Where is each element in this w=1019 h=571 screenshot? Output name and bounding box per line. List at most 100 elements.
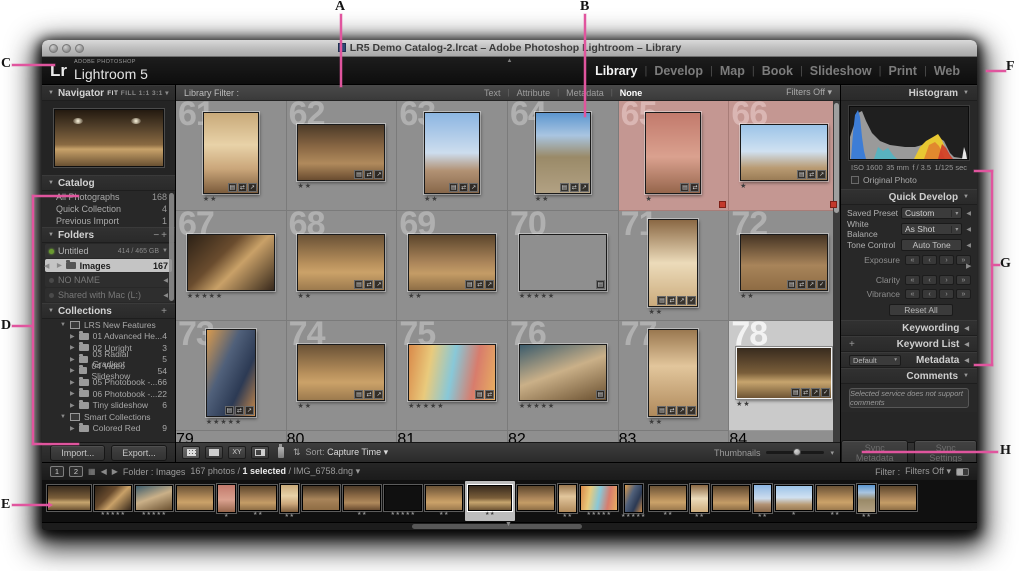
stepper-button[interactable]: ‹: [922, 289, 937, 299]
grid-cell-66[interactable]: 66▤⇄↗★: [729, 101, 840, 211]
filmstrip-thumb-18[interactable]: ★★: [689, 481, 710, 521]
filmstrip-thumb-16[interactable]: ★★★★★: [620, 481, 647, 521]
slider-thumb[interactable]: [793, 448, 801, 456]
grid-cell-83[interactable]: 83: [619, 431, 730, 442]
photo-thumbnail[interactable]: ▤⇄↗✓: [648, 329, 698, 417]
histogram-header[interactable]: Histogram▼: [841, 85, 977, 101]
star-rating[interactable]: ★★: [203, 195, 218, 204]
badge-icon[interactable]: ⇄: [459, 183, 468, 192]
top-panel-collapse-icon[interactable]: ▲: [507, 58, 513, 64]
star-rating[interactable]: ★★★★★: [519, 292, 555, 301]
photo-thumbnail[interactable]: ▤⇄↗✓: [740, 234, 828, 291]
volume-row-no-name[interactable]: NO NAME◀: [45, 273, 172, 287]
left-panel-collapse-icon[interactable]: ◀: [44, 262, 49, 270]
filmstrip-scrollbar-thumb[interactable]: [412, 524, 582, 529]
filmstrip-thumb-11[interactable]: ★★: [424, 481, 464, 521]
star-rating[interactable]: ★★: [648, 308, 663, 317]
filmstrip-thumb-12[interactable]: ★★: [465, 481, 515, 521]
module-tab-map[interactable]: Map: [713, 64, 752, 78]
badge-icon[interactable]: ▤: [228, 183, 237, 192]
stepper-button[interactable]: «: [905, 255, 920, 265]
stepper-button[interactable]: »: [956, 275, 971, 285]
photo-thumbnail[interactable]: ▤⇄: [645, 112, 701, 194]
collection-01-advanced-he-[interactable]: ▶01 Advanced He...4: [42, 331, 175, 343]
grid-cell-71[interactable]: 71▤⇄↗✓★★: [619, 211, 730, 321]
filmstrip-thumb-23[interactable]: ★★: [856, 481, 877, 521]
grid-cell-82[interactable]: 82: [508, 431, 619, 442]
badge-icon[interactable]: ⇄: [364, 390, 373, 399]
badge-icon[interactable]: ⇄: [364, 280, 373, 289]
import-button[interactable]: Import...: [50, 445, 105, 461]
badge-icon[interactable]: ▤: [560, 183, 569, 192]
add-folder-button[interactable]: +: [161, 230, 169, 241]
comments-header[interactable]: Comments▼: [841, 368, 977, 384]
photo-thumbnail[interactable]: [187, 234, 275, 291]
star-rating[interactable]: ★★: [297, 292, 312, 301]
badge-icon[interactable]: ⇄: [238, 183, 247, 192]
module-tab-develop[interactable]: Develop: [647, 64, 710, 78]
quick-develop-header[interactable]: Quick Develop▼: [841, 189, 977, 205]
reset-all-button[interactable]: Reset All: [889, 304, 953, 316]
filmstrip-thumb-8[interactable]: [301, 481, 341, 521]
badge-icon[interactable]: ↗: [469, 183, 478, 192]
module-tab-print[interactable]: Print: [881, 64, 923, 78]
grid-cell-77[interactable]: 77▤⇄↗✓★★: [619, 321, 730, 431]
badge-icon[interactable]: ⇄: [667, 296, 676, 305]
filmstrip-thumb-20[interactable]: ★★: [752, 481, 773, 521]
badge-icon[interactable]: ↗: [374, 390, 383, 399]
original-photo-checkbox[interactable]: [851, 176, 859, 184]
add-keyword-button[interactable]: +: [849, 339, 857, 350]
badge-icon[interactable]: ▤: [657, 406, 666, 415]
sync-metadata-button[interactable]: Sync Metadata: [841, 440, 908, 463]
stepper-button[interactable]: «: [905, 275, 920, 285]
collections-header[interactable]: ▼ Collections +: [42, 303, 175, 319]
folder-row-images[interactable]: ▶Images167: [45, 259, 172, 272]
left-panel-scrollbar[interactable]: [169, 193, 174, 301]
navigator-header[interactable]: ▼ Navigator FIT FILL 1:1 3:1 ▾: [42, 85, 175, 101]
collection-tiny-slideshow[interactable]: ▶Tiny slideshow6: [42, 400, 175, 412]
grid-cell-68[interactable]: 68▤⇄↗★★: [287, 211, 398, 321]
compare-view-button[interactable]: XY: [228, 446, 246, 459]
module-tab-slideshow[interactable]: Slideshow: [803, 64, 879, 78]
badge-icon[interactable]: ▤: [680, 183, 689, 192]
metadata-preset-select[interactable]: Default▾: [849, 355, 901, 366]
badge-icon[interactable]: ↗: [811, 388, 820, 397]
badge-icon[interactable]: ▤: [354, 390, 363, 399]
badge-icon[interactable]: ▤: [354, 170, 363, 179]
filter-option-attribute[interactable]: Attribute: [510, 88, 558, 98]
filmstrip-thumb-22[interactable]: ★★: [815, 481, 855, 521]
badge-icon[interactable]: ▤: [465, 280, 474, 289]
stepper-button[interactable]: ›: [939, 275, 954, 285]
badge-icon[interactable]: ⇄: [801, 388, 810, 397]
badge-icon[interactable]: ⇄: [485, 390, 494, 399]
filmstrip-thumb-21[interactable]: ★: [774, 481, 814, 521]
export-button[interactable]: Export...: [111, 445, 167, 461]
chevron-right-icon[interactable]: ▶: [70, 425, 75, 432]
filmstrip-thumb-7[interactable]: ★★: [279, 481, 300, 521]
filmstrip-thumb-2[interactable]: ★★★★★: [93, 481, 133, 521]
photo-thumbnail[interactable]: ▤⇄↗: [740, 124, 828, 181]
white-balance-select[interactable]: As Shot▾: [901, 223, 962, 235]
collection-set-smart-collections[interactable]: ▼Smart Collections: [42, 411, 175, 423]
histogram-chart[interactable]: [849, 106, 969, 160]
badge-icon[interactable]: ▤: [657, 296, 666, 305]
stepper-button[interactable]: »: [956, 289, 971, 299]
photo-thumbnail[interactable]: ▤⇄↗: [535, 112, 591, 194]
chevron-right-icon[interactable]: ▶: [70, 367, 75, 374]
badge-icon[interactable]: ⇄: [475, 280, 484, 289]
grid-cell-74[interactable]: 74▤⇄↗★★: [287, 321, 398, 431]
star-rating[interactable]: ★★★★★: [206, 418, 242, 427]
stepper-button[interactable]: ‹: [922, 255, 937, 265]
star-rating[interactable]: ★★: [297, 402, 312, 411]
chevron-right-icon[interactable]: ▶: [57, 262, 62, 269]
navigator-zoom-options[interactable]: FIT FILL 1:1 3:1 ▾: [107, 89, 169, 97]
star-rating[interactable]: ★★: [535, 195, 550, 204]
badge-icon[interactable]: ↗: [485, 280, 494, 289]
filmstrip-thumb-10[interactable]: ★★★★★: [383, 481, 423, 521]
badge-icon[interactable]: ▤: [596, 280, 605, 289]
collection-06-photobook-[interactable]: ▶06 Photobook -...22: [42, 388, 175, 400]
panel-reset-arrow-icon[interactable]: ◀: [966, 210, 971, 217]
photo-thumbnail[interactable]: ▤⇄: [408, 344, 496, 401]
badge-icon[interactable]: ▤: [475, 390, 484, 399]
filmstrip-thumb-19[interactable]: [711, 481, 751, 521]
